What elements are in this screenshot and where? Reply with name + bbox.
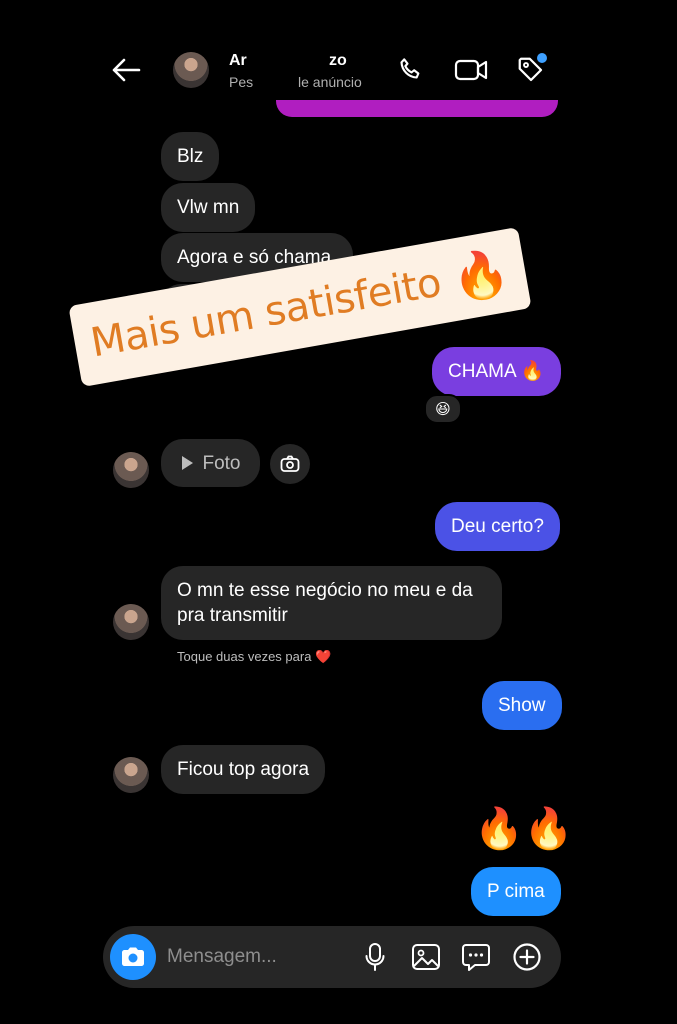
voice-message-button[interactable] <box>356 938 394 976</box>
double-tap-hint: Toque duas vezes para ❤️ <box>177 649 332 664</box>
message-sent[interactable]: Deu certo? <box>435 502 560 551</box>
message-received[interactable]: Blz <box>161 132 220 181</box>
message-line: pra transmitir <box>177 605 288 626</box>
message-line: O mn te esse negócio no meu e da <box>177 580 473 601</box>
photo-message[interactable]: Foto <box>161 439 260 487</box>
video-camera-icon <box>454 59 488 81</box>
contact-avatar[interactable] <box>173 52 209 88</box>
avatar[interactable] <box>113 604 149 640</box>
voice-call-button[interactable] <box>391 50 431 90</box>
plus-circle-icon <box>513 943 541 971</box>
sticker-text: Mais um satisfeito <box>87 259 445 367</box>
avatar[interactable] <box>113 757 149 793</box>
message-sent[interactable]: P cima <box>471 867 561 916</box>
play-icon <box>182 456 194 470</box>
contact-name-fragment: zo <box>329 52 347 69</box>
add-button[interactable] <box>508 938 546 976</box>
video-call-button[interactable] <box>451 50 491 90</box>
gallery-button[interactable] <box>407 938 445 976</box>
message-received[interactable]: Ficou top agora <box>161 745 326 794</box>
contact-subtitle: Pes <box>229 74 254 90</box>
notification-dot <box>537 53 547 63</box>
fire-emoji: 🔥 <box>447 244 514 306</box>
arrow-left-icon <box>112 58 141 82</box>
camera-icon <box>280 455 300 472</box>
message-received[interactable]: Vlw mn <box>161 183 256 232</box>
chat-bubble-icon <box>462 944 490 971</box>
pinned-banner[interactable] <box>276 100 558 117</box>
microphone-icon <box>365 943 385 971</box>
photo-label: Foto <box>202 452 241 474</box>
image-icon <box>412 944 440 970</box>
message-sent[interactable]: CHAMA 🔥 <box>432 347 561 396</box>
avatar[interactable] <box>113 452 149 488</box>
emoji-message[interactable]: 🔥🔥 <box>474 802 574 856</box>
camera-button[interactable] <box>110 934 156 980</box>
message-received[interactable]: O mn te esse negócio no meu e da pra tra… <box>161 566 502 640</box>
message-input[interactable]: Mensagem... <box>167 946 277 968</box>
view-photo-button[interactable] <box>270 444 310 484</box>
back-button[interactable] <box>106 52 146 88</box>
message-sent[interactable]: Show <box>482 681 562 730</box>
sticker-button[interactable] <box>457 938 495 976</box>
ad-label: le anúncio <box>298 74 362 90</box>
camera-icon <box>122 947 144 966</box>
message-reaction[interactable]: 😆 <box>424 394 462 424</box>
contact-name[interactable]: Ar <box>229 52 247 70</box>
phone-icon <box>400 58 420 79</box>
